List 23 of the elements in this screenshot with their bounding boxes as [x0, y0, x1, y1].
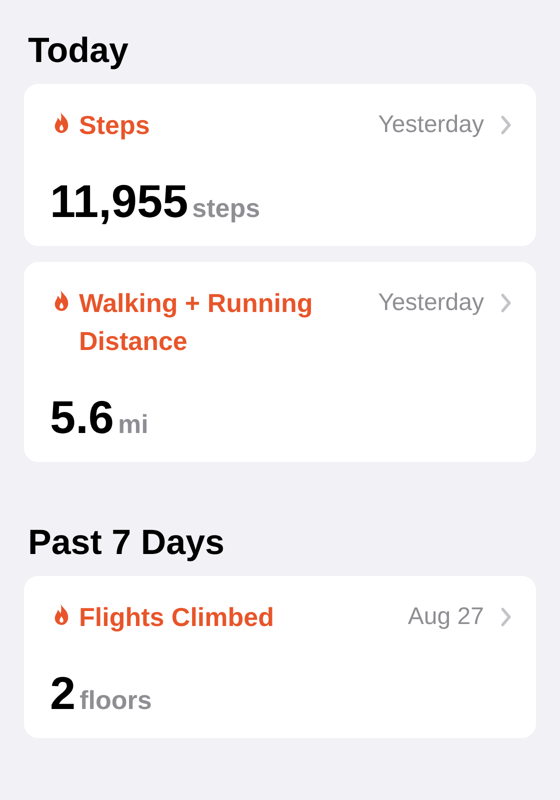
flame-icon: [52, 111, 71, 134]
metric-card[interactable]: Flights Climbed Aug 27 2 floors: [24, 576, 536, 738]
date-label: Yesterday: [378, 288, 484, 318]
metric-value: 11,955: [50, 176, 188, 226]
metric-title: Walking + Running Distance: [79, 287, 314, 358]
metric-card[interactable]: Steps Yesterday 11,955 steps: [24, 84, 536, 246]
date-label: Aug 27: [408, 602, 484, 632]
metric-title: Flights Climbed: [79, 601, 274, 634]
metric-value: 5.6: [50, 392, 114, 442]
chevron-icon: [500, 293, 512, 313]
metric-card[interactable]: Walking + Running Distance Yesterday 5.6 mi: [24, 262, 536, 462]
section-heading: Past 7 Days: [28, 522, 226, 564]
chevron-icon: [500, 607, 512, 627]
metric-title: Steps: [79, 109, 150, 142]
section-heading: Today: [28, 30, 130, 72]
unit-label: floors: [80, 685, 152, 716]
metric-value: 2: [50, 668, 76, 718]
flame-icon: [52, 289, 71, 312]
chevron-icon: [500, 115, 512, 135]
unit-label: mi: [118, 409, 148, 440]
unit-label: steps: [192, 193, 260, 224]
flame-icon: [52, 603, 71, 626]
date-label: Yesterday: [378, 110, 484, 140]
